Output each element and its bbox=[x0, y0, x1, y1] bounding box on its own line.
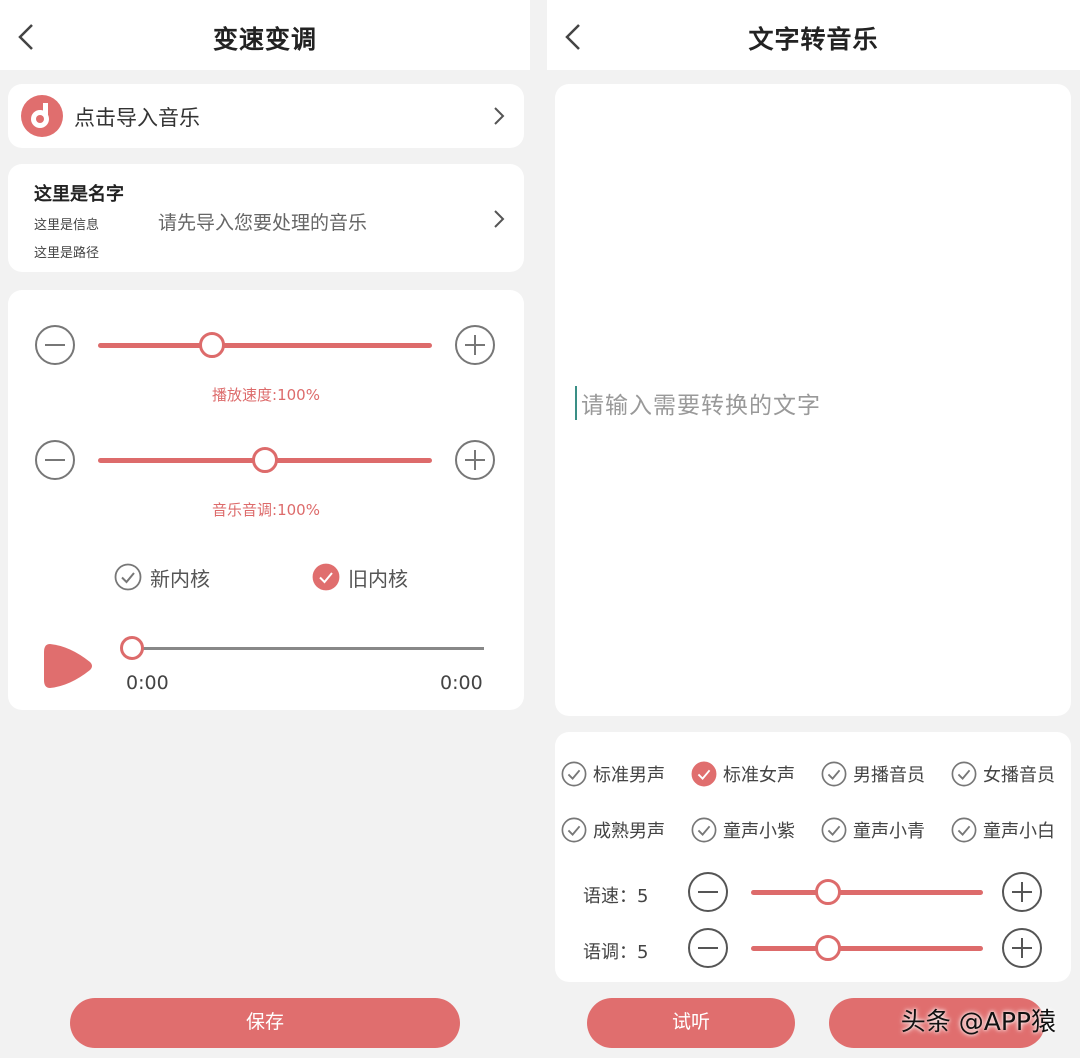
voice-settings-card: 标准男声 标准女声 男播音员 女播音员 成熟男声 童声小紫 童声小青 童声小白 bbox=[555, 732, 1071, 982]
tone-plus-button[interactable] bbox=[1001, 927, 1043, 969]
kernel-option-label: 新内核 bbox=[150, 566, 210, 591]
voice-option-label: 童声小紫 bbox=[723, 821, 795, 842]
pitch-minus-button[interactable] bbox=[34, 439, 76, 481]
check-circle-icon bbox=[561, 817, 587, 843]
text-to-music-screen: 文字转音乐 请输入需要转换的文字 标准男声 标准女声 男播音员 女播音员 成熟男… bbox=[547, 0, 1080, 1058]
tone-slider-track bbox=[751, 946, 983, 951]
speed-minus-button[interactable] bbox=[34, 324, 76, 366]
current-time: 0:00 bbox=[126, 672, 169, 694]
music-info-row[interactable]: 这里是名字 这里是信息 这里是路径 请先导入您要处理的音乐 bbox=[8, 164, 524, 272]
check-circle-icon bbox=[114, 563, 142, 591]
rate-slider-knob[interactable] bbox=[814, 879, 841, 905]
import-hint: 请先导入您要处理的音乐 bbox=[158, 212, 368, 234]
page-title: 文字转音乐 bbox=[748, 25, 879, 54]
rate-slider[interactable] bbox=[751, 877, 983, 907]
rate-slider-track bbox=[751, 890, 983, 895]
check-circle-icon bbox=[691, 817, 717, 843]
voice-option-label: 标准男声 bbox=[593, 765, 665, 786]
chevron-right-icon bbox=[494, 107, 505, 125]
chevron-right-icon bbox=[494, 210, 505, 228]
controls-card: 播放速度:100% 音乐音调:100% 新内核 旧内核 0:00 0:00 bbox=[8, 290, 524, 710]
text-input-placeholder: 请输入需要转换的文字 bbox=[575, 386, 821, 420]
import-music-label: 点击导入音乐 bbox=[74, 106, 200, 130]
speed-slider-knob[interactable] bbox=[198, 332, 225, 358]
kernel-option-label: 旧内核 bbox=[348, 566, 408, 591]
pitch-slider-knob[interactable] bbox=[252, 447, 278, 473]
tone-slider[interactable] bbox=[751, 933, 983, 963]
check-circle-icon bbox=[821, 817, 847, 843]
voice-option[interactable]: 标准女声 bbox=[691, 760, 795, 788]
pitch-slider[interactable] bbox=[98, 445, 432, 475]
music-info: 这里是信息 bbox=[34, 218, 100, 233]
speed-plus-button[interactable] bbox=[454, 324, 496, 366]
voice-option[interactable]: 女播音员 bbox=[951, 760, 1055, 788]
check-circle-icon bbox=[951, 817, 977, 843]
voice-option-label: 成熟男声 bbox=[593, 821, 665, 842]
page-title: 变速变调 bbox=[212, 25, 317, 54]
pitch-caption: 音乐音调:100% bbox=[212, 501, 320, 519]
music-note-icon bbox=[21, 95, 63, 137]
preview-button[interactable]: 试听 bbox=[587, 998, 795, 1048]
play-icon[interactable] bbox=[40, 638, 96, 694]
check-circle-icon bbox=[691, 761, 717, 787]
playback-progress[interactable] bbox=[120, 636, 484, 660]
save-button[interactable]: 保存 bbox=[70, 998, 460, 1048]
voice-option-label: 童声小白 bbox=[983, 821, 1055, 842]
check-circle-icon bbox=[951, 761, 977, 787]
import-music-row[interactable]: 点击导入音乐 bbox=[8, 84, 524, 148]
voice-option[interactable]: 童声小紫 bbox=[691, 816, 795, 844]
voice-option[interactable]: 男播音员 bbox=[821, 760, 925, 788]
voice-option[interactable]: 成熟男声 bbox=[561, 816, 665, 844]
kernel-option-new[interactable]: 新内核 bbox=[114, 562, 210, 592]
text-input-area[interactable]: 请输入需要转换的文字 bbox=[555, 84, 1071, 716]
voice-option-label: 女播音员 bbox=[983, 765, 1055, 786]
voice-option[interactable]: 标准男声 bbox=[561, 760, 665, 788]
top-bar: 变速变调 bbox=[0, 0, 530, 70]
voice-option[interactable]: 童声小白 bbox=[951, 816, 1055, 844]
check-circle-icon bbox=[561, 761, 587, 787]
tone-label: 语调：5 bbox=[583, 942, 649, 963]
rate-minus-button[interactable] bbox=[687, 871, 729, 913]
speed-slider[interactable] bbox=[98, 330, 432, 360]
total-time: 0:00 bbox=[440, 672, 483, 694]
music-path: 这里是路径 bbox=[34, 246, 100, 261]
speed-pitch-screen: 变速变调 点击导入音乐 这里是名字 这里是信息 这里是路径 请先导入您要处理的音… bbox=[0, 0, 530, 1058]
voice-option-label: 标准女声 bbox=[723, 765, 795, 786]
playback-track bbox=[132, 647, 484, 650]
pitch-plus-button[interactable] bbox=[454, 439, 496, 481]
speed-slider-track bbox=[98, 343, 432, 348]
kernel-option-old[interactable]: 旧内核 bbox=[312, 562, 408, 592]
voice-option-label: 男播音员 bbox=[853, 765, 925, 786]
voice-option-label: 童声小青 bbox=[853, 821, 925, 842]
speed-caption: 播放速度:100% bbox=[212, 386, 320, 404]
check-circle-icon bbox=[312, 563, 340, 591]
top-bar: 文字转音乐 bbox=[547, 0, 1080, 70]
watermark: 头条 @APP猿 bbox=[900, 1007, 1056, 1036]
check-circle-icon bbox=[821, 761, 847, 787]
playback-knob[interactable] bbox=[120, 636, 144, 660]
tone-minus-button[interactable] bbox=[687, 927, 729, 969]
voice-option[interactable]: 童声小青 bbox=[821, 816, 925, 844]
rate-label: 语速：5 bbox=[583, 886, 649, 907]
music-name: 这里是名字 bbox=[34, 184, 124, 205]
rate-plus-button[interactable] bbox=[1001, 871, 1043, 913]
tone-slider-knob[interactable] bbox=[814, 935, 841, 961]
